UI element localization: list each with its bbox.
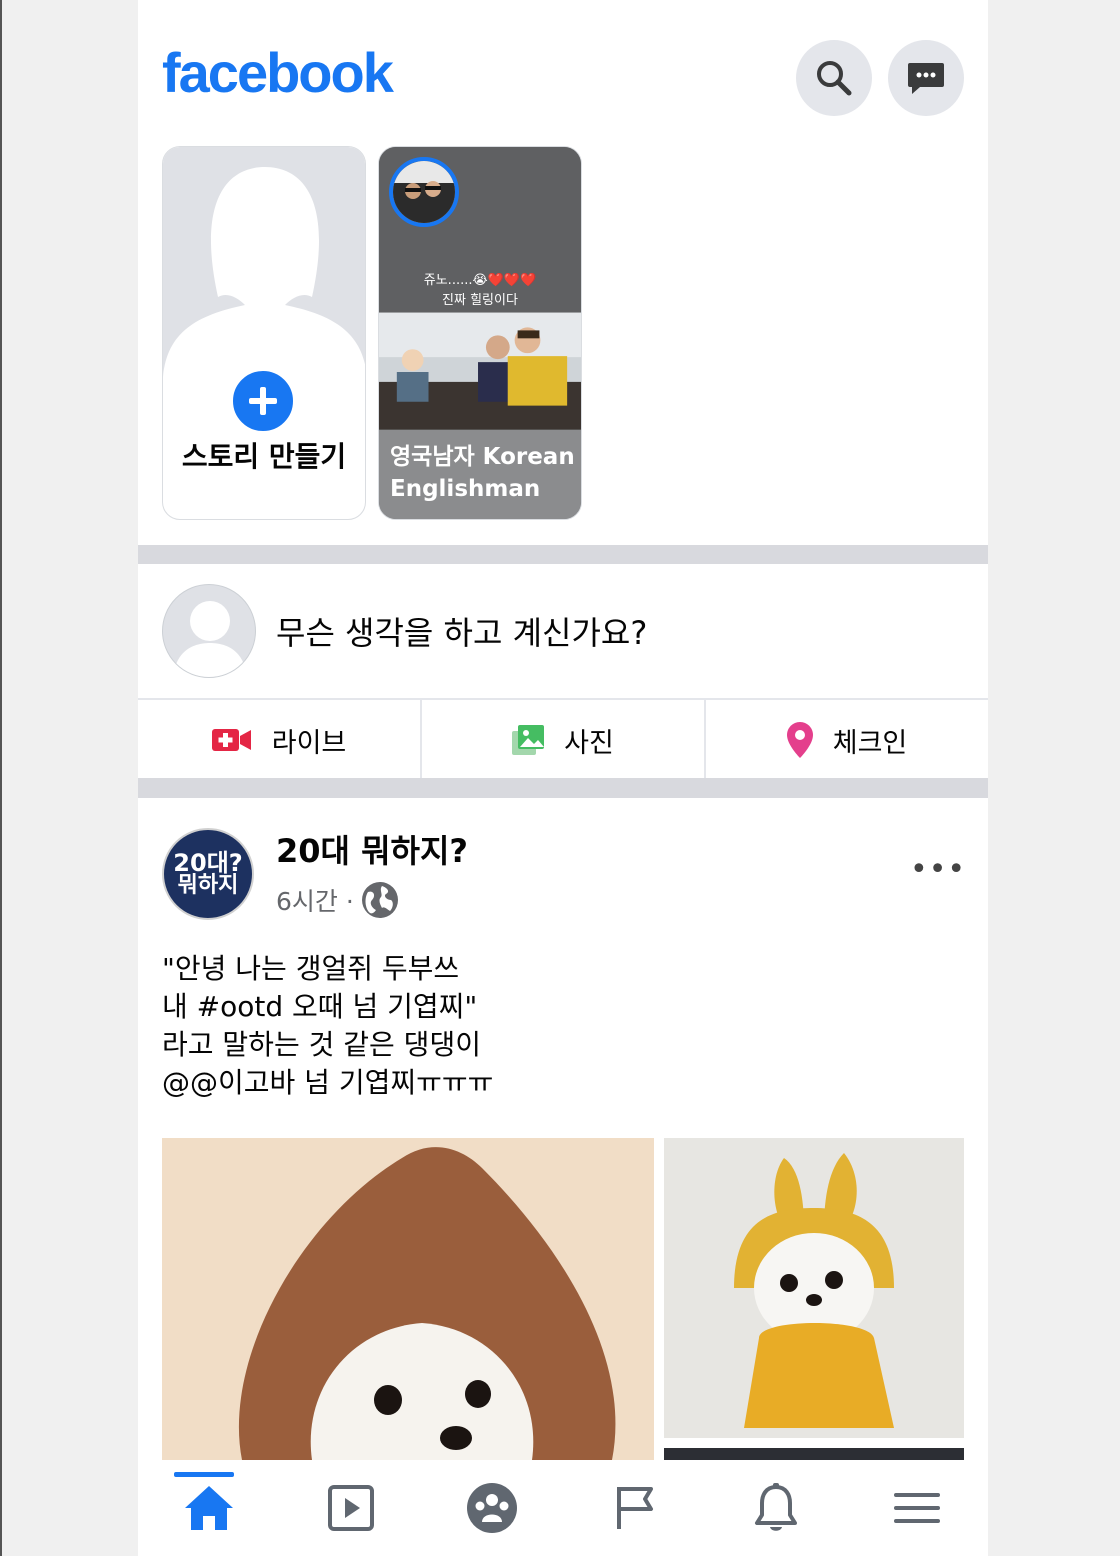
composer-input[interactable]: 무슨 생각을 하고 계신가요? <box>276 608 647 654</box>
story-photo <box>379 312 581 430</box>
location-pin-icon <box>786 722 813 758</box>
search-button[interactable] <box>796 40 872 116</box>
default-avatar-icon <box>163 167 365 395</box>
add-story-icon <box>229 367 297 435</box>
photo-icon <box>512 725 545 755</box>
story-profile-placeholder <box>163 147 365 395</box>
nav-notifications[interactable] <box>705 1460 847 1556</box>
page-name[interactable]: 20대 뭐하지? <box>276 826 468 872</box>
default-avatar-icon <box>173 601 247 677</box>
checkin-button[interactable]: 체크인 <box>706 700 988 780</box>
facebook-mobile-page: facebook 스토리 만들기 쥬노......😭❤️❤️❤️ 진짜 힐링이다… <box>138 0 988 1556</box>
bell-icon <box>754 1483 797 1531</box>
facebook-logo[interactable]: facebook <box>162 40 394 105</box>
create-story-label: 스토리 만들기 <box>181 440 347 473</box>
live-button[interactable]: 라이브 <box>138 700 422 780</box>
post-text-line: 라고 말하는 것 같은 댕댕이 <box>162 1028 481 1061</box>
post-image-secondary[interactable] <box>664 1138 964 1438</box>
window-edge <box>0 0 2 1556</box>
checkin-label: 체크인 <box>832 727 908 759</box>
post-text-line: 내 #ootd 오때 넘 기엽찌" <box>162 990 478 1023</box>
nav-home[interactable] <box>138 1460 280 1556</box>
page-avatar-text: 20대? <box>173 849 243 877</box>
photo-button[interactable]: 사진 <box>422 700 706 780</box>
live-video-icon <box>211 729 251 751</box>
composer-avatar[interactable] <box>162 584 256 678</box>
section-divider <box>138 545 988 564</box>
watch-icon <box>327 1485 374 1531</box>
search-icon <box>817 61 852 96</box>
groups-icon <box>467 1483 518 1533</box>
home-icon <box>184 1486 233 1530</box>
story-author-avatar <box>389 157 459 227</box>
post-text-line: @@이고바 넘 기엽찌ㅠㅠㅠ <box>162 1066 494 1099</box>
post-text-line: "안녕 나는 갱얼쥐 두부쓰 <box>162 952 460 985</box>
post-options-icon[interactable]: ••• <box>910 852 966 887</box>
globe-icon <box>361 882 398 918</box>
page-avatar-text: 뭐하지 <box>177 873 239 898</box>
post-image-main[interactable] <box>162 1138 654 1460</box>
story-caption-line2: 진짜 힐링이다 <box>442 293 518 308</box>
post-meta: 6시간 · <box>276 880 400 920</box>
nav-groups[interactable] <box>421 1460 563 1556</box>
nav-pages[interactable] <box>563 1460 705 1556</box>
nav-watch[interactable] <box>280 1460 422 1556</box>
page-avatar[interactable]: 20대? 뭐하지 <box>162 828 254 920</box>
flag-icon <box>616 1487 653 1529</box>
nav-menu[interactable] <box>846 1460 988 1556</box>
user-story-card[interactable]: 쥬노......😭❤️❤️❤️ 진짜 힐링이다 영국남자 Korean Engl… <box>378 146 582 520</box>
post-time[interactable]: 6시간 · <box>276 882 354 918</box>
messenger-button[interactable] <box>888 40 964 116</box>
messenger-icon <box>908 63 944 94</box>
section-divider <box>138 778 988 798</box>
composer-actions: 라이브 사진 체크인 <box>138 698 988 780</box>
bottom-navigation <box>138 1460 988 1556</box>
photo-label: 사진 <box>564 727 614 759</box>
create-story-card[interactable]: 스토리 만들기 <box>162 146 366 520</box>
story-caption-line1: 쥬노......😭❤️❤️❤️ <box>423 273 537 288</box>
story-author-name: 영국남자 Korean Englishman <box>390 444 575 502</box>
post-text: "안녕 나는 갱얼쥐 두부쓰 내 #ootd 오때 넘 기엽찌" 라고 말하는 … <box>162 950 942 1102</box>
live-label: 라이브 <box>271 727 347 759</box>
menu-icon <box>894 1493 941 1523</box>
